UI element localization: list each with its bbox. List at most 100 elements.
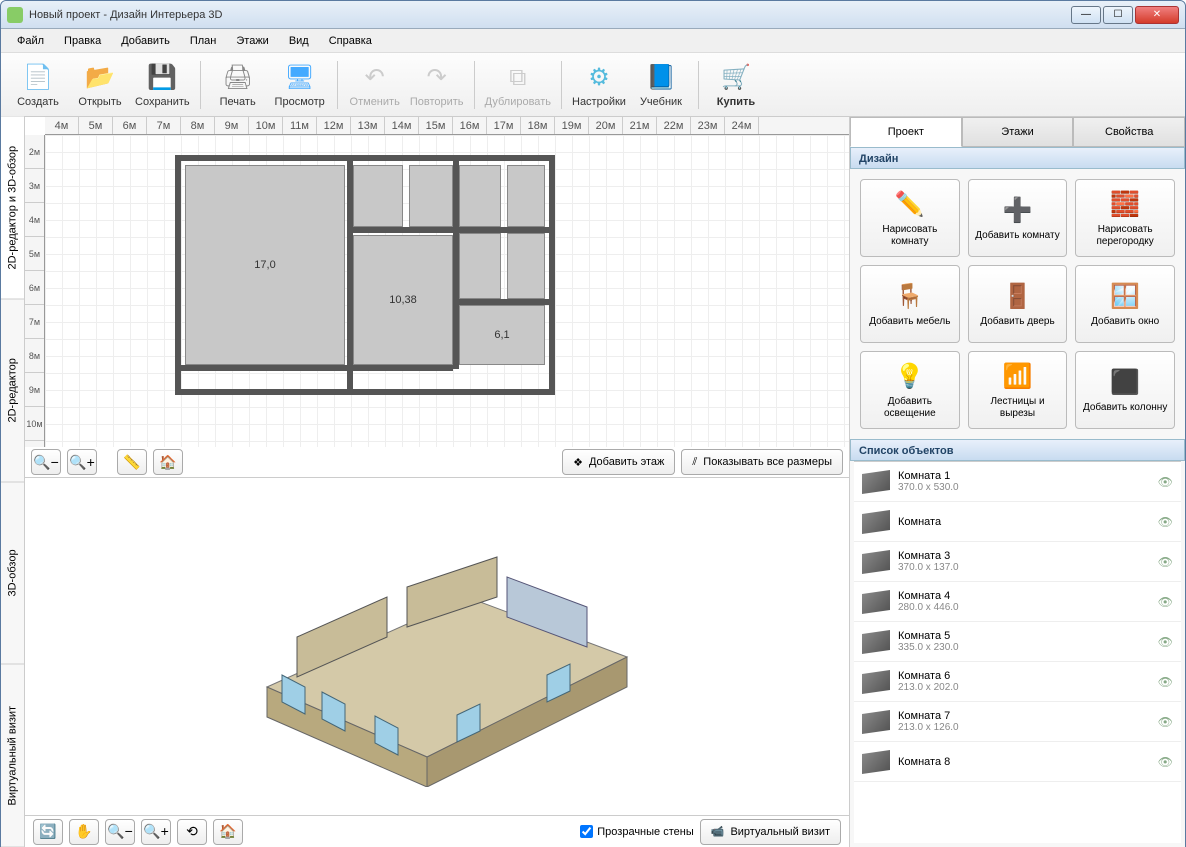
menu-Вид[interactable]: Вид <box>281 32 317 50</box>
home-3d-button[interactable]: 🏠 <box>213 819 243 845</box>
visibility-icon[interactable]: 👁 <box>1158 715 1173 729</box>
orbit-button[interactable]: 🔄 <box>33 819 63 845</box>
design-icon-5: 🪟 <box>1109 280 1141 312</box>
close-button[interactable]: ✕ <box>1135 6 1179 24</box>
tutorial-button[interactable]: 📘Учебник <box>630 57 692 113</box>
preview-label: Просмотр <box>275 96 325 108</box>
room-small-3[interactable] <box>459 165 501 227</box>
object-item-6[interactable]: Комната 7213.0 x 126.0👁 <box>854 702 1181 742</box>
menu-Справка[interactable]: Справка <box>321 32 380 50</box>
sidetab-2[interactable]: 3D-обзор <box>1 482 24 665</box>
zoom-out-3d-button[interactable]: 🔍− <box>105 819 135 845</box>
menu-План[interactable]: План <box>182 32 225 50</box>
object-item-0[interactable]: Комната 1370.0 x 530.0👁 <box>854 462 1181 502</box>
visibility-icon[interactable]: 👁 <box>1158 675 1173 689</box>
design-section-header: Дизайн <box>850 147 1185 169</box>
undo-button[interactable]: ↶Отменить <box>344 57 406 113</box>
room-small-6[interactable] <box>507 233 545 299</box>
menu-Файл[interactable]: Файл <box>9 32 52 50</box>
buy-button[interactable]: 🛒Купить <box>705 57 767 113</box>
transparent-walls-checkbox[interactable]: Прозрачные стены <box>580 825 693 838</box>
room-2[interactable]: 10,38 <box>353 235 453 365</box>
right-tab-Свойства[interactable]: Свойства <box>1073 117 1185 147</box>
room-1[interactable]: 17,0 <box>185 165 345 365</box>
visibility-icon[interactable]: 👁 <box>1158 515 1173 529</box>
menu-Добавить[interactable]: Добавить <box>113 32 178 50</box>
view-2d: 4м5м6м7м8м9м10м11м12м13м14м15м16м17м18м1… <box>25 117 849 477</box>
menubar: ФайлПравкаДобавитьПланЭтажи ВидСправка <box>1 29 1185 53</box>
open-label: Открыть <box>78 96 121 108</box>
design-btn-4[interactable]: 🚪Добавить дверь <box>968 265 1068 343</box>
create-icon: 📄 <box>22 62 54 94</box>
room-small-4[interactable] <box>507 165 545 227</box>
sidetab-1[interactable]: 2D-редактор <box>1 300 24 483</box>
room-small-1[interactable] <box>353 165 403 227</box>
create-button[interactable]: 📄Создать <box>7 57 69 113</box>
room-3[interactable]: 6,1 <box>459 305 545 365</box>
object-item-7[interactable]: Комната 8👁 <box>854 742 1181 782</box>
design-icon-2: 🧱 <box>1109 188 1141 220</box>
design-icon-4: 🚪 <box>1001 280 1033 312</box>
menu-Этажи[interactable]: Этажи <box>228 32 276 50</box>
view3d-canvas[interactable] <box>25 478 849 815</box>
ruler-button[interactable]: 📏 <box>117 449 147 475</box>
object-item-1[interactable]: Комната👁 <box>854 502 1181 542</box>
cube-icon <box>862 710 890 734</box>
design-btn-8[interactable]: ⬛Добавить колонну <box>1075 351 1175 429</box>
design-btn-0[interactable]: ✏️Нарисовать комнату <box>860 179 960 257</box>
visibility-icon[interactable]: 👁 <box>1158 595 1173 609</box>
print-button[interactable]: 🖨Печать <box>207 57 269 113</box>
open-button[interactable]: 📂Открыть <box>69 57 131 113</box>
object-item-2[interactable]: Комната 3370.0 x 137.0👁 <box>854 542 1181 582</box>
preview-button[interactable]: 🖥Просмотр <box>269 57 331 113</box>
object-item-5[interactable]: Комната 6213.0 x 202.0👁 <box>854 662 1181 702</box>
visibility-icon[interactable]: 👁 <box>1158 555 1173 569</box>
sidetab-0[interactable]: 2D-редактор и 3D-обзор <box>1 117 24 300</box>
room-small-5[interactable] <box>459 233 501 299</box>
settings-label: Настройки <box>572 96 626 108</box>
tutorial-label: Учебник <box>640 96 682 108</box>
design-btn-6[interactable]: 💡Добавить освещение <box>860 351 960 429</box>
object-list: Комната 1370.0 x 530.0👁Комната👁Комната 3… <box>854 461 1181 843</box>
visibility-icon[interactable]: 👁 <box>1158 635 1173 649</box>
save-button[interactable]: 💾Сохранить <box>131 57 194 113</box>
design-btn-3[interactable]: 🪑Добавить мебель <box>860 265 960 343</box>
object-item-4[interactable]: Комната 5335.0 x 230.0👁 <box>854 622 1181 662</box>
right-tab-Проект[interactable]: Проект <box>850 117 962 147</box>
zoom-in-3d-button[interactable]: 🔍+ <box>141 819 171 845</box>
view2d-toolbar: 🔍− 🔍+ 📏 🏠 ❖Добавить этаж ⫽Показывать все… <box>31 449 843 475</box>
redo-button[interactable]: ↷Повторить <box>406 57 468 113</box>
dimensions-icon: ⫽ <box>692 456 697 469</box>
right-panel: ПроектЭтажиСвойства Дизайн ✏️Нарисовать … <box>849 117 1185 847</box>
pan-button[interactable]: ✋ <box>69 819 99 845</box>
virtual-visit-button[interactable]: 📹Виртуальный визит <box>700 819 841 845</box>
visibility-icon[interactable]: 👁 <box>1158 475 1173 489</box>
minimize-button[interactable]: — <box>1071 6 1101 24</box>
design-btn-1[interactable]: ➕Добавить комнату <box>968 179 1068 257</box>
design-btn-5[interactable]: 🪟Добавить окно <box>1075 265 1175 343</box>
side-tabs: 2D-редактор и 3D-обзор2D-редактор3D-обзо… <box>1 117 25 847</box>
duplicate-button[interactable]: ⧉Дублировать <box>481 57 555 113</box>
menu-Правка[interactable]: Правка <box>56 32 109 50</box>
home-button[interactable]: 🏠 <box>153 449 183 475</box>
reset-view-button[interactable]: ⟲ <box>177 819 207 845</box>
right-tab-Этажи[interactable]: Этажи <box>962 117 1074 147</box>
cube-icon <box>862 630 890 654</box>
visibility-icon[interactable]: 👁 <box>1158 755 1173 769</box>
settings-button[interactable]: ⚙ Настройки <box>568 57 630 113</box>
add-floor-button[interactable]: ❖Добавить этаж <box>562 449 675 475</box>
settings-icon: ⚙ <box>583 62 615 94</box>
plan-canvas[interactable]: 17,0 10,38 6,1 <box>45 135 849 447</box>
print-icon: 🖨 <box>222 62 254 94</box>
zoom-in-button[interactable]: 🔍+ <box>67 449 97 475</box>
zoom-out-button[interactable]: 🔍− <box>31 449 61 475</box>
floorplan[interactable]: 17,0 10,38 6,1 <box>175 155 555 395</box>
design-btn-7[interactable]: 📶Лестницы и вырезы <box>968 351 1068 429</box>
design-btn-2[interactable]: 🧱Нарисовать перегородку <box>1075 179 1175 257</box>
maximize-button[interactable]: ☐ <box>1103 6 1133 24</box>
room-small-2[interactable] <box>409 165 453 227</box>
redo-label: Повторить <box>410 96 464 108</box>
show-dimensions-button[interactable]: ⫽Показывать все размеры <box>681 449 843 475</box>
sidetab-3[interactable]: Виртуальный визит <box>1 665 24 847</box>
object-item-3[interactable]: Комната 4280.0 x 446.0👁 <box>854 582 1181 622</box>
